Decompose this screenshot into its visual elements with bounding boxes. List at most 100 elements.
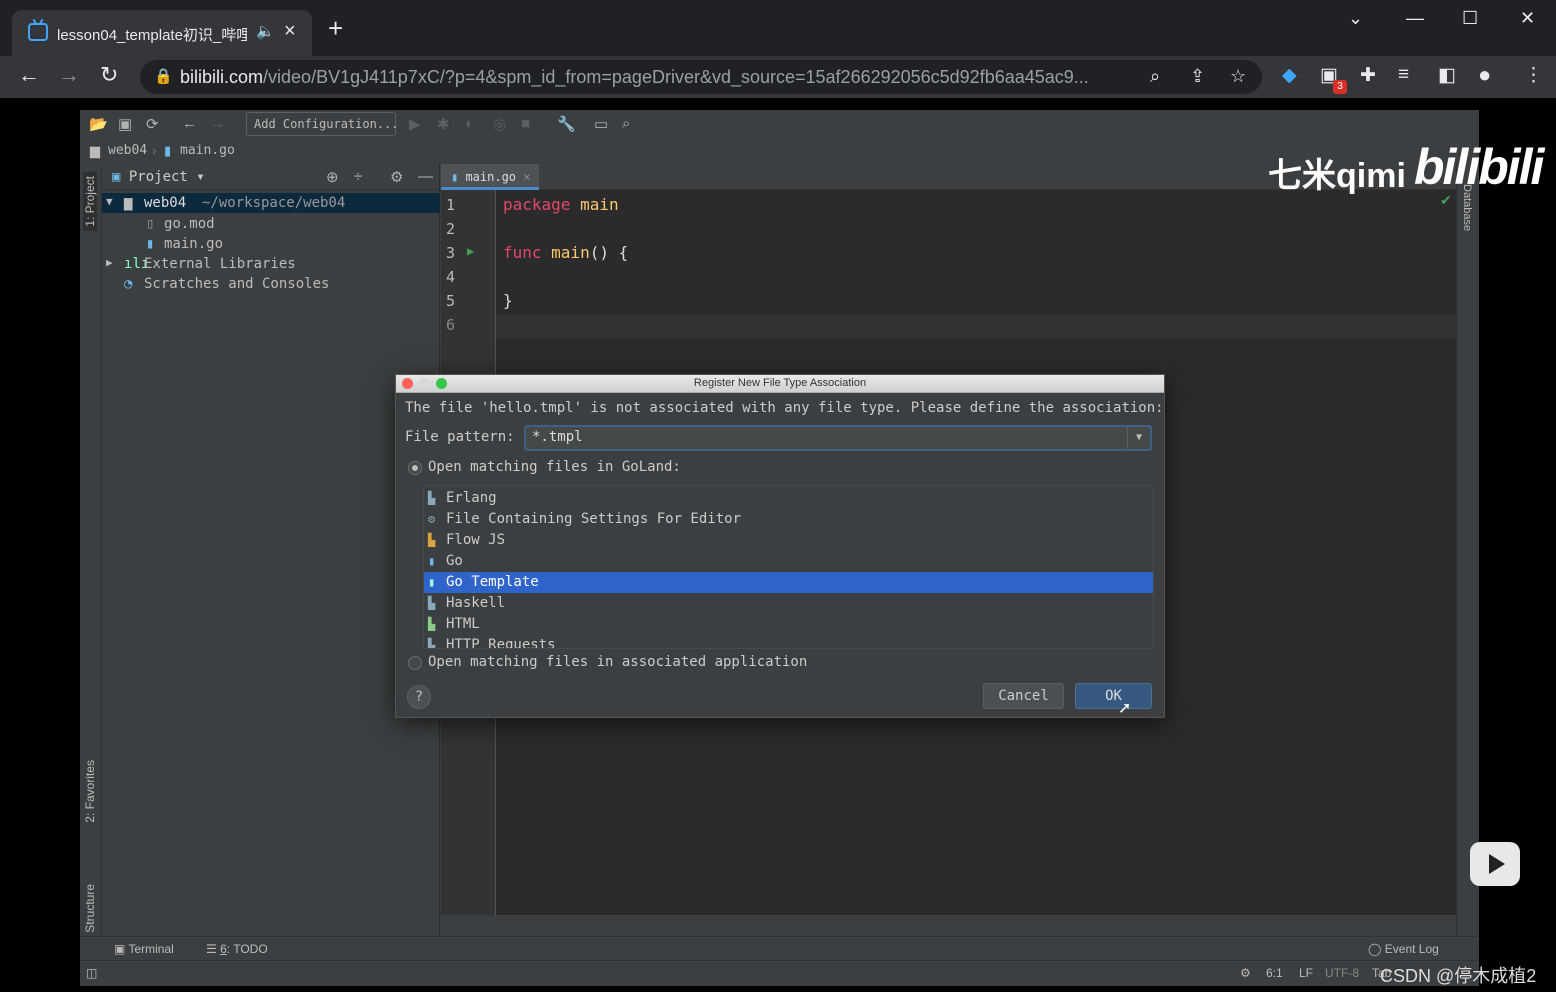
list-item-flow-js[interactable]: ▙ Flow JS	[424, 530, 1153, 551]
radio-open-associated[interactable]	[408, 656, 422, 670]
forward-icon[interactable]: →	[210, 115, 225, 132]
close-icon[interactable]: ×	[523, 170, 530, 184]
tab-favorites[interactable]: 2: Favorites	[83, 760, 97, 823]
expand-arrow-icon[interactable]: ▼	[106, 195, 113, 208]
breadcrumb-web04[interactable]: web04	[108, 143, 147, 158]
list-item-go[interactable]: ▮ Go	[424, 551, 1153, 572]
locate-icon[interactable]: ⊕	[326, 168, 339, 186]
forward-icon[interactable]: →	[58, 62, 80, 88]
open-folder-icon[interactable]: 📂	[89, 115, 108, 133]
browser-tabstrip: lesson04_template初识_哔哩 🔈 × + ⌄ — ☐ ✕	[0, 0, 1556, 56]
wrench-icon[interactable]: 🔧	[557, 115, 576, 133]
help-button[interactable]: ?	[407, 685, 431, 709]
puzzle-icon[interactable]: ✚	[1360, 64, 1376, 87]
browser-toolbar: ← → ↻ 🔒 bilibili.com/video/BV1gJ411p7xC/…	[0, 56, 1556, 98]
side-panel-icon[interactable]: ◧	[1438, 64, 1456, 87]
list-item-label: Flow JS	[446, 532, 506, 548]
list-item-html[interactable]: ▙ HTML	[424, 614, 1153, 635]
reload-icon[interactable]: ↻	[100, 62, 118, 88]
list-item-haskell[interactable]: ▙ Haskell	[424, 593, 1153, 614]
code-line-1: package main	[503, 195, 619, 214]
speaker-icon[interactable]: 🔈	[256, 22, 275, 40]
zoom-icon[interactable]: ⌕	[1150, 66, 1160, 87]
file-pattern-input[interactable]: *.tmpl	[524, 425, 1152, 451]
browser-tab[interactable]: lesson04_template初识_哔哩 🔈 ×	[12, 10, 312, 56]
back-icon[interactable]: ←	[18, 62, 40, 88]
project-view-selector[interactable]: ▣ Project ▾	[112, 169, 205, 185]
tree-item-scratches[interactable]: ◔ Scratches and Consoles	[102, 274, 440, 294]
list-item-go-template[interactable]: ▮ Go Template	[424, 572, 1153, 593]
ok-button[interactable]: OK	[1075, 683, 1152, 709]
tab-close-icon[interactable]: ×	[284, 20, 296, 43]
tab-search-icon[interactable]: ⌄	[1348, 8, 1363, 29]
add-configuration-button[interactable]: Add Configuration...	[246, 112, 399, 136]
collapse-icon[interactable]: ÷	[354, 168, 362, 185]
expand-arrow-icon[interactable]: ▶	[106, 256, 113, 269]
code-line-3: func main() {	[503, 243, 629, 262]
stop-icon[interactable]: ■	[521, 115, 530, 132]
layout-icon[interactable]: ◫	[86, 966, 97, 980]
minimize-button[interactable]: —	[1406, 8, 1424, 29]
list-item-label: Erlang	[446, 490, 497, 506]
search-icon[interactable]: ⌕	[622, 115, 630, 132]
list-item-settings[interactable]: ⚙ File Containing Settings For Editor	[424, 509, 1153, 530]
list-item-label: HTTP Requests	[446, 637, 556, 649]
media-queue-icon[interactable]: ≡	[1398, 64, 1409, 86]
save-icon[interactable]: ▣	[118, 115, 132, 133]
caret-position[interactable]: 6:1	[1266, 966, 1283, 980]
breadcrumb-separator: ›	[152, 143, 157, 158]
run-gutter-icon[interactable]: ▶	[467, 244, 474, 258]
list-item-label: Go	[446, 553, 463, 569]
tree-item-web04[interactable]: ▼ ▆ web04 ~/workspace/web04	[102, 193, 440, 213]
list-item-erlang[interactable]: ▙ Erlang	[424, 488, 1153, 509]
extension-shield-icon[interactable]: ◆	[1282, 64, 1297, 87]
tree-item-main-go[interactable]: ▮ main.go	[102, 234, 440, 254]
editor-tab-main-go[interactable]: ▮ main.go ×	[441, 164, 539, 190]
dialog-message: The file 'hello.tmpl' is not associated …	[405, 400, 1164, 416]
profile-avatar-icon[interactable]: ●	[1478, 62, 1491, 88]
register-file-type-dialog: Register New File Type Association The f…	[395, 374, 1165, 718]
line-separator[interactable]: LF	[1299, 966, 1313, 980]
tree-item-external-libraries[interactable]: ▶ ılı External Libraries	[102, 254, 440, 274]
share-icon[interactable]: ⇪	[1190, 66, 1205, 87]
sync-icon[interactable]: ⟳	[146, 115, 159, 133]
frame-icon[interactable]: ▭	[594, 115, 608, 133]
hide-icon[interactable]: —	[418, 168, 433, 185]
close-window-button[interactable]: ✕	[1520, 8, 1535, 29]
maximize-button[interactable]: ☐	[1462, 8, 1478, 29]
file-pattern-label: File pattern:	[405, 429, 515, 445]
url-text[interactable]: bilibili.com/video/BV1gJ411p7xC/?p=4&spm…	[180, 67, 1140, 88]
new-tab-button[interactable]: +	[328, 15, 343, 41]
file-encoding[interactable]: UTF-8	[1325, 966, 1359, 980]
file-icon: ▯	[146, 216, 155, 232]
bookmark-star-icon[interactable]: ☆	[1230, 66, 1246, 87]
tab-event-log[interactable]: ◯ Event Log	[1368, 942, 1439, 956]
gear-icon[interactable]: ⚙	[390, 168, 403, 186]
cancel-button[interactable]: Cancel	[983, 683, 1064, 709]
bilibili-tv-icon[interactable]	[1470, 842, 1520, 886]
tab-terminal[interactable]: ▣ Terminal	[114, 942, 174, 956]
radio-open-in-ide-label[interactable]: Open matching files in GoLand:	[428, 459, 681, 475]
breadcrumb-main-go[interactable]: main.go	[180, 143, 235, 158]
git-icon[interactable]: ⚙	[1240, 966, 1251, 980]
status-bar: ◫ ⚙ 6:1 LF UTF-8 Tab	[80, 960, 1479, 986]
js-file-icon: ▙	[428, 533, 436, 547]
back-icon[interactable]: ←	[182, 115, 197, 132]
radio-open-associated-label[interactable]: Open matching files in associated applic…	[428, 654, 807, 670]
tab-todo[interactable]: ☰ 6: TODO	[206, 942, 268, 956]
file-type-list[interactable]: ▙ Erlang ⚙ File Containing Settings For Ed…	[423, 485, 1154, 649]
menu-kebab-icon[interactable]: ⋮	[1524, 64, 1543, 87]
debug-icon[interactable]: ✱	[437, 115, 450, 133]
run-icon[interactable]: ▶	[409, 115, 421, 133]
bilibili-favicon-icon	[28, 23, 48, 41]
address-bar[interactable]: 🔒 bilibili.com/video/BV1gJ411p7xC/?p=4&s…	[140, 60, 1262, 94]
profile-icon[interactable]: ◎	[493, 115, 506, 133]
tree-item-go-mod[interactable]: ▯ go.mod	[102, 214, 440, 234]
list-item-http-requests[interactable]: ▙ HTTP Requests	[424, 635, 1153, 649]
right-tool-strip: Database	[1456, 164, 1479, 936]
tab-project[interactable]: 1: Project	[83, 172, 97, 231]
lock-icon[interactable]: 🔒	[154, 67, 173, 85]
chevron-down-icon[interactable]: ▼	[1127, 427, 1150, 449]
radio-open-in-ide[interactable]	[408, 461, 422, 475]
coverage-icon[interactable]: ◐	[465, 115, 474, 132]
